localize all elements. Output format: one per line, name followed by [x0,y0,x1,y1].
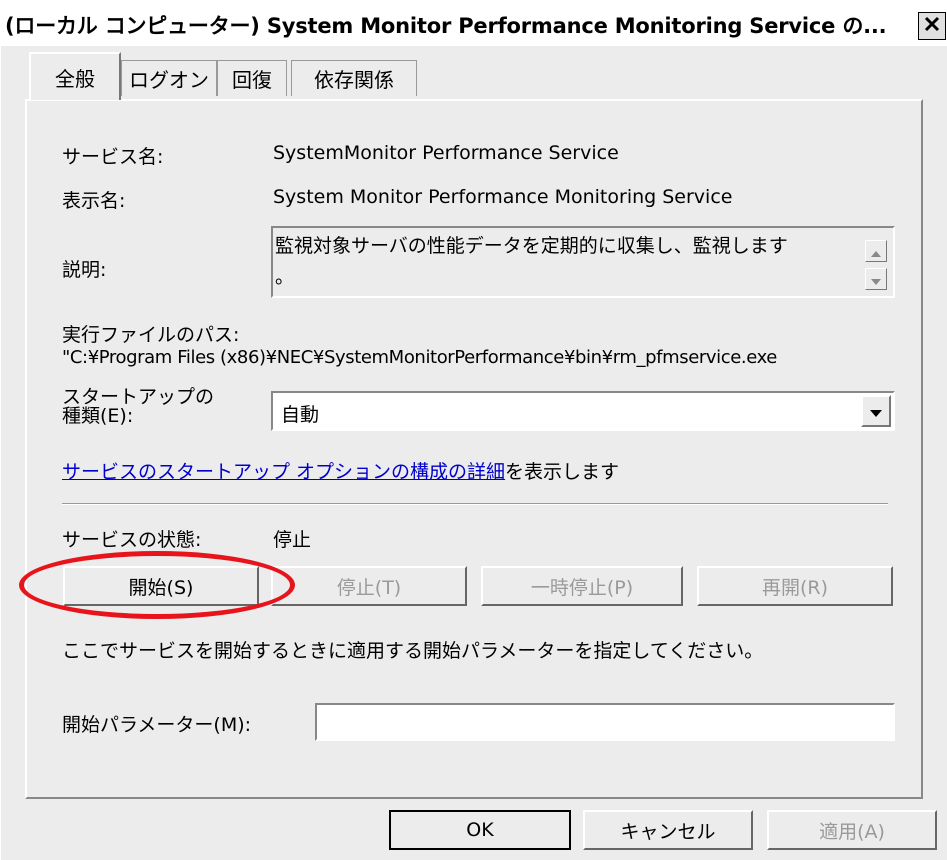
description-text-line1: 監視対象サーバの性能データを定期的に収集し、監視します [275,235,788,257]
start-params-label: 開始パラメーター(M): [62,714,252,736]
description-box: 監視対象サーバの性能データを定期的に収集し、監視します 。 [271,226,895,298]
resume-button-label: 再開(R) [761,576,829,599]
startup-type-dropdown-button[interactable] [861,395,891,427]
tab-recovery[interactable]: 回復 [217,60,287,96]
start-params-input[interactable] [315,703,895,741]
pause-button-label: 一時停止(P) [530,576,634,599]
stop-button-label: 停止(T) [336,576,402,599]
description-label: 説明: [62,259,107,281]
start-button[interactable]: 開始(S) [63,566,259,606]
chevron-down-icon [870,400,882,422]
startup-type-label-line2: 種類(E): [62,405,134,427]
tab-logon[interactable]: ログオン [121,60,217,96]
service-status-label: サービスの状態: [62,529,202,551]
pause-button[interactable]: 一時停止(P) [481,566,683,606]
service-status-value: 停止 [273,529,312,551]
ok-button-label: OK [466,819,494,841]
arrow-down-icon [871,268,881,290]
divider [62,503,888,505]
tab-dependencies[interactable]: 依存関係 [291,60,417,96]
arrow-up-icon [871,240,881,262]
scroll-up-button[interactable] [865,240,887,262]
startup-options-link[interactable]: サービスのスタートアップ オプションの構成の詳細 [62,461,505,483]
exe-path-value: "C:¥Program Files (x86)¥NEC¥SystemMonito… [62,347,777,368]
startup-type-label: スタートアップの 種類(E): [62,388,214,426]
exe-path-label: 実行ファイルのパス: [62,324,240,346]
cancel-button[interactable]: キャンセル [583,810,753,850]
startup-type-select[interactable]: 自動 [271,391,895,431]
window-title: (ローカル コンピューター) System Monitor Performanc… [5,14,887,38]
display-name-label: 表示名: [62,190,126,212]
resume-button[interactable]: 再開(R) [697,566,893,606]
apply-button[interactable]: 適用(A) [767,810,937,850]
close-button[interactable] [918,12,946,40]
startup-type-value: 自動 [281,404,320,426]
description-text-line2: 。 [275,266,295,288]
service-properties-dialog: (ローカル コンピューター) System Monitor Performanc… [0,0,947,860]
tab-label: 依存関係 [314,68,394,92]
tab-label: ログオン [129,68,209,92]
tab-label: 回復 [232,68,272,92]
startup-options-sentence: サービスのスタートアップ オプションの構成の詳細を表示します [62,457,619,484]
tab-label: 全般 [55,66,95,91]
close-icon [923,15,941,38]
title-bar: (ローカル コンピューター) System Monitor Performanc… [1,0,947,46]
apply-button-label: 適用(A) [819,820,885,843]
start-params-hint: ここでサービスを開始するときに適用する開始パラメーターを指定してください。 [62,640,764,662]
scroll-down-button[interactable] [865,268,887,290]
cancel-button-label: キャンセル [620,820,716,843]
display-name-value: System Monitor Performance Monitoring Se… [273,186,733,208]
service-name-value: SystemMonitor Performance Service [273,142,619,164]
service-name-label: サービス名: [62,146,164,168]
startup-options-suffix: を表示します [505,461,620,483]
ok-button[interactable]: OK [389,810,571,850]
tab-general[interactable]: 全般 [29,52,121,100]
stop-button[interactable]: 停止(T) [271,566,467,606]
start-button-label: 開始(S) [128,576,194,599]
